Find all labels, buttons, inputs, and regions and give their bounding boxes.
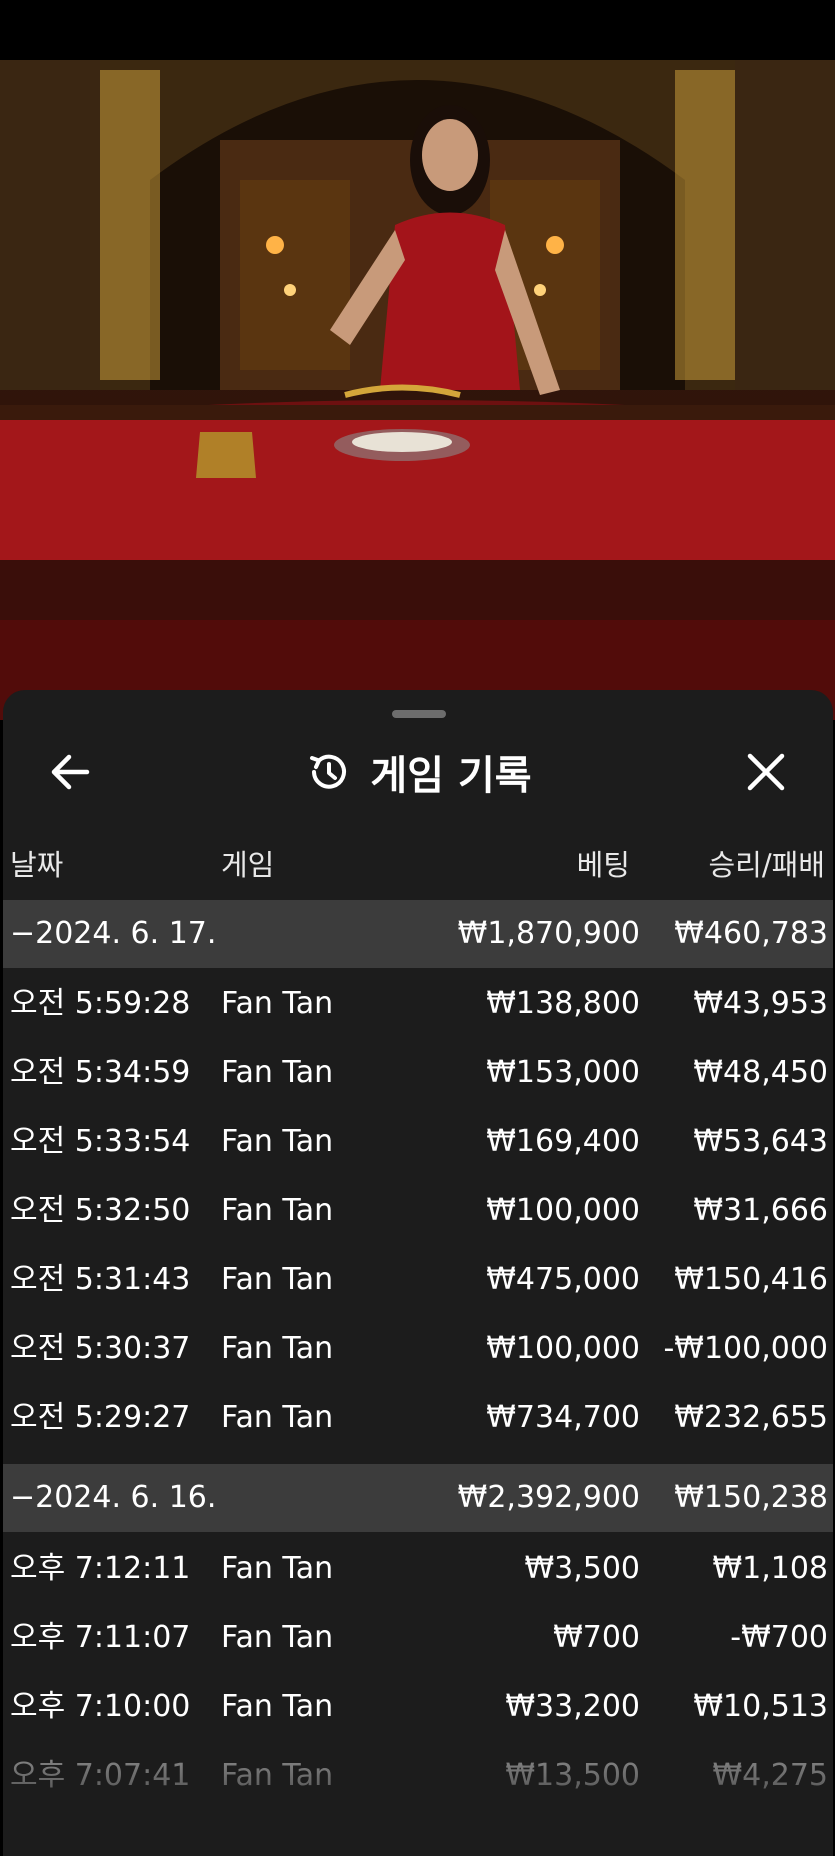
row-win-loss: ₩150,416 (674, 1262, 828, 1297)
column-header-date: 날짜 (10, 848, 64, 882)
row-time: 오전 5:33:54 (10, 1124, 191, 1159)
row-win-loss: -₩700 (730, 1620, 828, 1655)
row-time: 오전 5:29:27 (10, 1400, 191, 1435)
table-row[interactable]: 오후 7:07:41 Fan Tan ₩13,500 ₩4,275 (3, 1742, 833, 1810)
row-game: Fan Tan (221, 1689, 334, 1724)
drag-handle[interactable] (392, 710, 446, 718)
row-bet: ₩700 (553, 1620, 640, 1655)
row-win-loss: ₩10,513 (693, 1689, 828, 1724)
row-win-loss: ₩48,450 (693, 1055, 828, 1090)
row-time: 오전 5:32:50 (10, 1193, 191, 1228)
row-win-loss: ₩1,108 (712, 1551, 828, 1586)
row-bet: ₩153,000 (486, 1055, 640, 1090)
date-group-header[interactable]: −2024. 6. 17. ₩1,870,900 ₩460,783 (3, 900, 833, 968)
close-icon (747, 753, 785, 791)
close-button[interactable] (736, 742, 796, 802)
row-time: 오후 7:10:00 (10, 1689, 191, 1724)
row-game: Fan Tan (221, 986, 334, 1021)
row-game: Fan Tan (221, 1551, 334, 1586)
history-icon (310, 754, 347, 789)
row-time: 오후 7:12:11 (10, 1551, 191, 1586)
game-history-panel: 게임 기록 날짜 게임 베팅 승리/패배 −2024. 6. 17. ₩1,87… (3, 690, 833, 1856)
row-win-loss: ₩4,275 (712, 1758, 828, 1793)
row-game: Fan Tan (221, 1193, 334, 1228)
table-row[interactable]: 오전 5:32:50 Fan Tan ₩100,000 ₩31,666 (3, 1177, 833, 1245)
column-header-win-loss: 승리/패배 (708, 848, 826, 882)
table-row[interactable]: 오후 7:12:11 Fan Tan ₩3,500 ₩1,108 (3, 1535, 833, 1603)
row-bet: ₩100,000 (486, 1331, 640, 1366)
table-row[interactable]: 오전 5:59:28 Fan Tan ₩138,800 ₩43,953 (3, 970, 833, 1038)
group-win-total: ₩460,783 (674, 916, 828, 951)
row-bet: ₩475,000 (486, 1262, 640, 1297)
group-bet-total: ₩2,392,900 (457, 1480, 640, 1515)
table-row[interactable]: 오전 5:29:27 Fan Tan ₩734,700 ₩232,655 (3, 1384, 833, 1452)
row-game: Fan Tan (221, 1620, 334, 1655)
table-row[interactable]: 오전 5:31:43 Fan Tan ₩475,000 ₩150,416 (3, 1246, 833, 1314)
table-row[interactable]: 오전 5:34:59 Fan Tan ₩153,000 ₩48,450 (3, 1039, 833, 1107)
group-bet-total: ₩1,870,900 (457, 916, 640, 951)
table-row[interactable]: 오후 7:11:07 Fan Tan ₩700 -₩700 (3, 1604, 833, 1672)
row-win-loss: ₩43,953 (693, 986, 828, 1021)
header-title-group: 게임 기록 (3, 740, 833, 804)
row-time: 오전 5:31:43 (10, 1262, 191, 1297)
row-game: Fan Tan (221, 1124, 334, 1159)
row-bet: ₩169,400 (486, 1124, 640, 1159)
row-win-loss: ₩232,655 (674, 1400, 828, 1435)
row-time: 오전 5:30:37 (10, 1331, 191, 1366)
table-row[interactable]: 오후 7:10:00 Fan Tan ₩33,200 ₩10,513 (3, 1673, 833, 1741)
row-game: Fan Tan (221, 1262, 334, 1297)
row-bet: ₩13,500 (505, 1758, 640, 1793)
row-game: Fan Tan (221, 1055, 334, 1090)
live-dealer-video (0, 60, 835, 720)
row-bet: ₩100,000 (486, 1193, 640, 1228)
row-bet: ₩138,800 (486, 986, 640, 1021)
row-win-loss: ₩53,643 (693, 1124, 828, 1159)
row-bet: ₩33,200 (505, 1689, 640, 1724)
status-bar (0, 0, 835, 60)
page-title: 게임 기록 (370, 753, 532, 799)
row-bet: ₩734,700 (486, 1400, 640, 1435)
row-time: 오전 5:59:28 (10, 986, 191, 1021)
row-time: 오후 7:07:41 (10, 1758, 191, 1793)
table-row[interactable]: 오전 5:33:54 Fan Tan ₩169,400 ₩53,643 (3, 1108, 833, 1176)
row-win-loss: -₩100,000 (663, 1331, 828, 1366)
row-game: Fan Tan (221, 1400, 334, 1435)
row-game: Fan Tan (221, 1758, 334, 1793)
column-header-game: 게임 (221, 848, 275, 882)
group-date: −2024. 6. 16. (10, 1480, 217, 1515)
table-row[interactable]: 오전 5:30:37 Fan Tan ₩100,000 -₩100,000 (3, 1315, 833, 1383)
row-game: Fan Tan (221, 1331, 334, 1366)
column-header-bet: 베팅 (576, 848, 630, 882)
row-bet: ₩3,500 (524, 1551, 640, 1586)
row-time: 오후 7:11:07 (10, 1620, 191, 1655)
row-win-loss: ₩31,666 (693, 1193, 828, 1228)
date-group-header[interactable]: −2024. 6. 16. ₩2,392,900 ₩150,238 (3, 1464, 833, 1532)
group-win-total: ₩150,238 (674, 1480, 828, 1515)
row-time: 오전 5:34:59 (10, 1055, 191, 1090)
group-date: −2024. 6. 17. (10, 916, 217, 951)
